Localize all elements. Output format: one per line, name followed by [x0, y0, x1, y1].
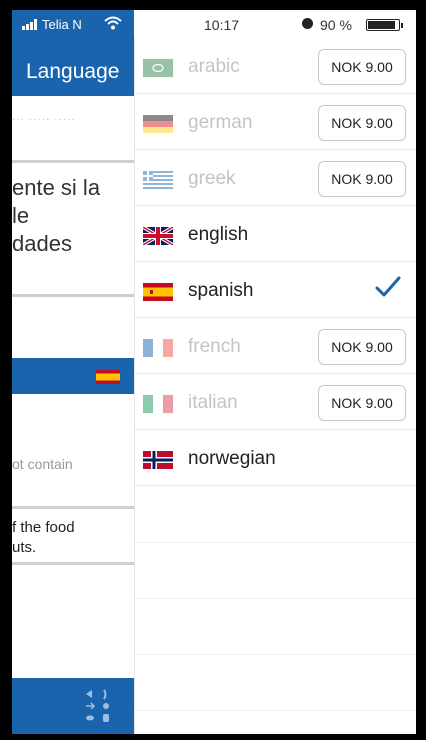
- norwegian-flag-icon: [143, 451, 173, 469]
- faded-text: ··· ····· ·····: [12, 114, 76, 125]
- buy-french-button[interactable]: NOK 9.00: [318, 329, 406, 365]
- small-text-line: uts.: [12, 539, 37, 556]
- small-text-line: f the food: [12, 519, 75, 536]
- language-name: greek: [188, 168, 236, 189]
- spanish-flag-icon: [96, 370, 120, 384]
- language-name: french: [188, 336, 241, 357]
- divider: [135, 654, 417, 655]
- language-bar[interactable]: [12, 358, 134, 394]
- language-row-italian[interactable]: italian NOK 9.00: [135, 374, 417, 430]
- language-name: german: [188, 112, 253, 133]
- uk-flag-icon: [143, 227, 173, 245]
- divider: [135, 542, 417, 543]
- status-bar-left: Telia N: [12, 10, 134, 38]
- battery-icon: [366, 19, 400, 31]
- body-text-line: le: [12, 203, 30, 228]
- battery-tip: [401, 23, 403, 28]
- buy-arabic-button[interactable]: NOK 9.00: [318, 49, 406, 85]
- signal-icon: [22, 19, 37, 30]
- divider: [135, 598, 417, 599]
- background-small-text: f the food uts.: [12, 518, 134, 558]
- phone-screen: Language ··· ····· ····· ente si la le d…: [0, 0, 426, 740]
- language-name: arabic: [188, 56, 240, 77]
- divider: [12, 562, 134, 565]
- divider: [12, 160, 134, 163]
- background-screen: Language ··· ····· ····· ente si la le d…: [12, 10, 134, 734]
- language-row-english[interactable]: english: [135, 206, 417, 262]
- divider: [12, 294, 134, 297]
- language-row-spanish[interactable]: spanish: [135, 262, 417, 318]
- language-row-greek[interactable]: greek NOK 9.00: [135, 150, 417, 206]
- battery-level: [368, 21, 395, 29]
- language-name: norwegian: [188, 448, 276, 469]
- language-row-arabic[interactable]: arabic NOK 9.00: [135, 38, 417, 94]
- bezel: [0, 0, 12, 740]
- language-row-german[interactable]: german NOK 9.00: [135, 94, 417, 150]
- divider: [12, 506, 134, 509]
- language-header-title[interactable]: Language: [26, 60, 119, 84]
- allergen-note: ot contain: [12, 456, 73, 472]
- language-name: spanish: [188, 280, 254, 301]
- bezel: [0, 734, 426, 740]
- italian-flag-icon: [143, 395, 173, 413]
- clock: 10:17: [204, 17, 240, 33]
- body-text-line: dades: [12, 231, 72, 256]
- body-text-line: ente si la: [12, 175, 101, 200]
- background-body-text: ente si la le dades: [12, 174, 134, 258]
- buy-greek-button[interactable]: NOK 9.00: [318, 161, 406, 197]
- language-row-french[interactable]: french NOK 9.00: [135, 318, 417, 374]
- language-row-norwegian[interactable]: norwegian: [135, 430, 417, 486]
- language-name: english: [188, 224, 249, 245]
- background-footer: [12, 678, 134, 734]
- battery-percent: 90 %: [320, 17, 352, 33]
- alarm-icon: [302, 18, 313, 29]
- language-name: italian: [188, 392, 238, 413]
- buy-german-button[interactable]: NOK 9.00: [318, 105, 406, 141]
- allergen-icons: [86, 689, 109, 722]
- status-bar-right: 10:17 90 %: [134, 10, 416, 38]
- language-panel: arabic NOK 9.00 german NOK 9.00 greek NO…: [134, 38, 417, 734]
- carrier-name: Telia N: [42, 17, 82, 32]
- greek-flag-icon: [143, 171, 173, 189]
- german-flag-icon: [143, 115, 173, 133]
- selected-checkmark-icon: [375, 276, 401, 297]
- wifi-icon: [104, 16, 122, 30]
- bezel: [0, 0, 426, 10]
- bezel: [416, 0, 426, 740]
- arabic-flag-icon: [143, 59, 173, 77]
- french-flag-icon: [143, 339, 173, 357]
- buy-italian-button[interactable]: NOK 9.00: [318, 385, 406, 421]
- divider: [135, 710, 417, 711]
- spanish-flag-icon: [143, 283, 173, 301]
